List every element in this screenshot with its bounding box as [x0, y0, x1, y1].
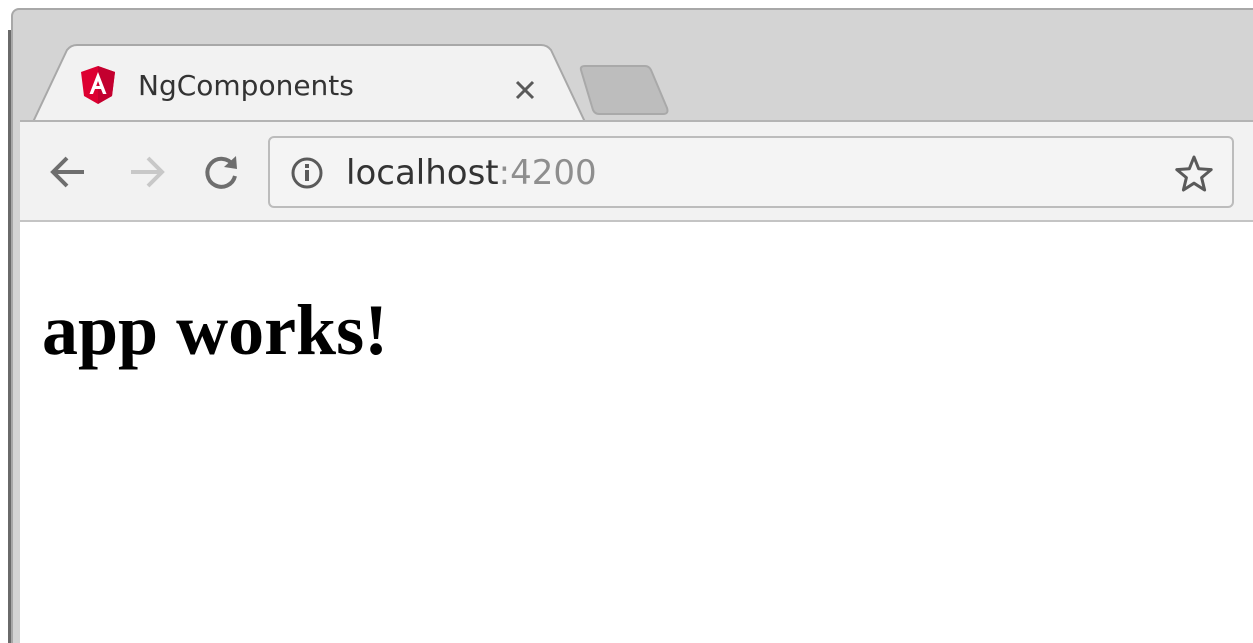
page-content: app works! [20, 222, 1253, 643]
url-port: :4200 [498, 153, 597, 193]
tab-title: NgComponents [138, 69, 354, 102]
new-tab-button[interactable] [577, 64, 673, 120]
forward-arrow-icon [131, 156, 165, 188]
angular-icon [81, 66, 115, 104]
forward-button[interactable] [121, 146, 173, 198]
back-arrow-icon [50, 156, 84, 188]
close-icon[interactable] [507, 72, 543, 108]
url-text[interactable]: localhost:4200 [346, 151, 597, 195]
address-bar[interactable]: localhost:4200 [268, 136, 1234, 208]
info-icon[interactable] [290, 156, 324, 190]
back-button[interactable] [42, 146, 94, 198]
url-host: localhost [346, 153, 499, 193]
star-icon[interactable] [1174, 154, 1214, 194]
reload-button[interactable] [196, 146, 248, 198]
reload-icon [205, 156, 237, 189]
page-heading: app works! [42, 290, 389, 370]
tab-strip: NgComponents [11, 8, 1253, 122]
browser-toolbar: localhost:4200 [20, 120, 1253, 222]
window-frame-inner [11, 120, 20, 643]
browser-window: NgComponents localhost:4200 app works! [0, 0, 1253, 643]
